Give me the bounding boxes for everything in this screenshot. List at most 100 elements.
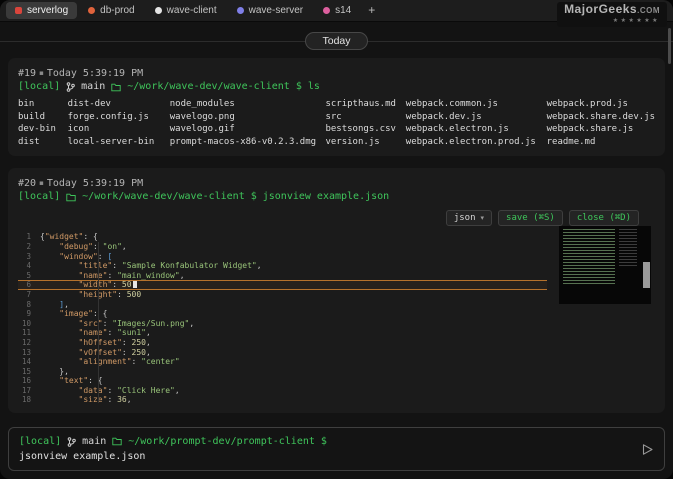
file-name: local-server-bin [68, 136, 170, 149]
prompt-cwd: ~/work/prompt-dev/prompt-client [128, 435, 315, 449]
file-name: version.js [325, 136, 405, 149]
block-header: #20▪Today 5:39:19 PM [18, 176, 655, 190]
file-name: webpack.common.js [406, 98, 547, 111]
code-text: "name": "sun1", [40, 328, 151, 338]
ls-column: webpack.common.jswebpack.dev.jswebpack.e… [406, 98, 547, 148]
line-number: 1 [18, 232, 40, 242]
line-number: 6 [18, 280, 40, 290]
tab-list: serverlog db-prod wave-client wave-server s1… [6, 2, 360, 19]
bullet-icon: ▪ [39, 179, 44, 187]
file-name: bin [18, 98, 68, 111]
code-text: "height": 500 [40, 290, 141, 300]
code-text: "hOffset": 250, [40, 338, 151, 348]
majorgeeks-watermark: MajorGeeks.COM ★★★★★★ [557, 2, 667, 27]
command-input-text[interactable]: jsonview example.json [19, 449, 633, 464]
tab-label: serverlog [27, 5, 68, 16]
file-name: node_modules [170, 98, 326, 111]
flame-icon [88, 7, 95, 14]
file-name: webpack.electron.prod.js [406, 136, 547, 149]
tab-wave-server[interactable]: wave-server [228, 2, 312, 19]
prompt-symbol: $ [251, 190, 257, 204]
line-number: 11 [18, 328, 40, 338]
line-number: 3 [18, 252, 40, 262]
code-text: "src": "Images/Sun.png", [40, 319, 194, 329]
prompt-cwd: ~/work/wave-dev/wave-client [127, 80, 290, 94]
command-input[interactable]: [local] main ~/work/prompt-dev/prompt-cl… [8, 427, 665, 471]
tab-serverlog[interactable]: serverlog [6, 2, 77, 19]
session-scrollback: Today #19▪Today 5:39:19 PM [local] main … [0, 22, 673, 427]
line-number: 16 [18, 376, 40, 386]
file-name: bestsongs.csv [325, 123, 405, 136]
timeline-divider: Today [8, 28, 665, 54]
text-cursor [133, 281, 137, 288]
minimap-scrollbar[interactable] [643, 262, 650, 288]
file-name: webpack.share.dev.js [547, 111, 655, 124]
tab-s14[interactable]: s14 [314, 2, 360, 19]
block-number: #19 [18, 68, 36, 79]
code-text: "title": "Sample Konfabulator Widget", [40, 261, 262, 271]
code-text: "width": 50 [40, 280, 137, 290]
line-number: 15 [18, 367, 40, 377]
git-branch-name: main [82, 435, 106, 449]
editor-line[interactable]: 1{"widget": { [18, 232, 547, 242]
line-number: 13 [18, 348, 40, 358]
file-name: webpack.dev.js [406, 111, 547, 124]
new-tab-button[interactable]: + [360, 2, 383, 19]
command-text: jsonview example.json [263, 190, 389, 204]
command-block-20: #20▪Today 5:39:19 PM [local] ~/work/wave… [8, 168, 665, 413]
red-square-icon [15, 7, 22, 14]
tab-db-prod[interactable]: db-prod [79, 2, 143, 19]
line-number: 2 [18, 242, 40, 252]
file-name: webpack.share.js [547, 123, 655, 136]
send-button[interactable] [641, 443, 654, 456]
code-text: }, [40, 367, 69, 377]
chevron-down-icon: ▾ [481, 214, 485, 222]
save-button[interactable]: save (⌘S) [498, 210, 563, 226]
prompt-symbol: $ [321, 435, 327, 449]
tab-label: wave-server [249, 5, 303, 16]
file-name: dist [18, 136, 68, 149]
prompt-symbol: $ [296, 80, 302, 94]
prompt-line: [local] ~/work/wave-dev/wave-client $ js… [18, 190, 655, 204]
block-header: #19▪Today 5:39:19 PM [18, 66, 655, 80]
prompt-line: [local] main ~/work/prompt-dev/prompt-cl… [19, 435, 633, 449]
code-text: "alignment": "center" [40, 357, 180, 367]
white-dot-icon [155, 7, 162, 14]
file-name: src [325, 111, 405, 124]
json-editor[interactable]: 1{"widget": {2 "debug": "on",3 "window":… [18, 232, 547, 405]
tab-wave-client[interactable]: wave-client [146, 2, 226, 19]
block-timestamp: Today 5:39:19 PM [47, 178, 143, 189]
file-name: webpack.prod.js [547, 98, 655, 111]
editor-minimap[interactable] [559, 226, 651, 304]
code-text: "name": "main_window", [40, 271, 185, 281]
file-name: wavelogo.gif [170, 123, 326, 136]
block-number: #20 [18, 178, 36, 189]
file-name: webpack.electron.js [406, 123, 547, 136]
code-text: {"widget": { [40, 232, 98, 242]
code-text: "window": [ [40, 252, 112, 262]
cloud-icon [237, 7, 244, 14]
file-name: scripthaus.md [325, 98, 405, 111]
watermark-title: MajorGeeks.COM [564, 3, 660, 17]
line-number: 7 [18, 290, 40, 300]
line-number: 8 [18, 300, 40, 310]
ls-column: scripthaus.mdsrcbestsongs.csvversion.js [325, 98, 405, 148]
mode-select[interactable]: json▾ [446, 210, 492, 226]
file-name: dev-bin [18, 123, 68, 136]
close-button[interactable]: close (⌘D) [569, 210, 639, 226]
tab-label: db-prod [100, 5, 134, 16]
code-text: "size": 36, [40, 395, 132, 405]
file-name: forge.config.js [68, 111, 170, 124]
command-block-19: #19▪Today 5:39:19 PM [local] main ~/work… [8, 58, 665, 156]
wave-terminal-window: serverlog db-prod wave-client wave-server s1… [0, 0, 673, 479]
ls-output: binbuilddev-bindistdist-devforge.config.… [18, 98, 655, 148]
folder-icon [112, 437, 122, 446]
page-scrollbar[interactable] [668, 28, 671, 64]
git-branch-icon [67, 437, 76, 447]
today-pill[interactable]: Today [305, 32, 367, 50]
file-name: prompt-macos-x86-v0.2.3.dmg [170, 136, 326, 149]
ls-column: node_moduleswavelogo.pngwavelogo.gifprom… [170, 98, 326, 148]
file-name: build [18, 111, 68, 124]
line-number: 4 [18, 261, 40, 271]
file-name: wavelogo.png [170, 111, 326, 124]
